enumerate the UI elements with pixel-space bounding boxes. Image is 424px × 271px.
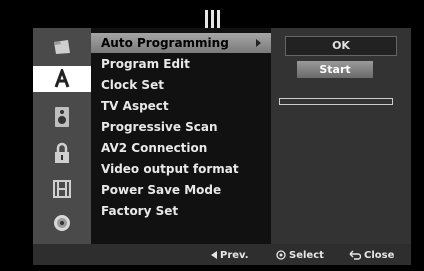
speaker-icon: [55, 107, 69, 127]
category-disc[interactable]: [33, 210, 91, 236]
menu-item-power-save-mode[interactable]: Power Save Mode: [91, 180, 271, 200]
menu-item-label: Factory Set: [101, 204, 179, 218]
option-panel: OK Start: [271, 28, 411, 244]
prev-label: Prev.: [220, 249, 249, 261]
footer-bar: Prev. Select Close: [33, 244, 411, 265]
menu-item-factory-set[interactable]: Factory Set: [91, 201, 271, 221]
category-lock[interactable]: [33, 140, 91, 166]
menu-item-label: Power Save Mode: [101, 183, 222, 197]
arrow-right-icon: [256, 39, 261, 47]
return-icon: [349, 250, 361, 260]
menu-item-video-output-format[interactable]: Video output format: [91, 159, 271, 179]
category-audio[interactable]: [33, 104, 91, 130]
menu-item-program-edit[interactable]: Program Edit: [91, 54, 271, 74]
menu-item-label: Program Edit: [101, 57, 190, 71]
disc-icon: [54, 215, 70, 231]
select-label: Select: [289, 249, 324, 261]
menu-item-label: Video output format: [101, 162, 239, 176]
menu-item-label: TV Aspect: [101, 99, 169, 113]
menu-item-progressive-scan[interactable]: Progressive Scan: [91, 117, 271, 137]
film-frame-icon: [53, 180, 71, 198]
menu-item-label: Progressive Scan: [101, 120, 218, 134]
menu-item-tv-aspect[interactable]: TV Aspect: [91, 96, 271, 116]
start-button[interactable]: Start: [297, 61, 373, 78]
menu-item-av2-connection[interactable]: AV2 Connection: [91, 138, 271, 158]
close-hint[interactable]: Close: [349, 248, 394, 262]
decor-bar: [211, 10, 214, 28]
ok-button[interactable]: OK: [285, 36, 397, 56]
setup-menu-window: Auto Programming Program Edit Clock Set …: [33, 28, 411, 265]
film-folder-icon: [54, 40, 70, 54]
menu-item-label: AV2 Connection: [101, 141, 208, 155]
menu-item-label: Auto Programming: [101, 36, 229, 50]
menu-item-auto-programming[interactable]: Auto Programming: [91, 33, 271, 53]
menu-item-clock-set[interactable]: Clock Set: [91, 75, 271, 95]
decor-bar: [217, 10, 220, 28]
enter-icon: [276, 250, 286, 260]
menu-item-label: Clock Set: [101, 78, 164, 92]
scan-progress-bar: [279, 98, 393, 105]
prev-hint[interactable]: Prev.: [211, 248, 249, 262]
lock-icon: [55, 142, 69, 163]
select-hint[interactable]: Select: [276, 248, 324, 262]
settings-menu: Auto Programming Program Edit Clock Set …: [91, 28, 271, 244]
decor-bar: [205, 10, 208, 28]
letter-a-icon: [54, 69, 70, 88]
category-recording[interactable]: [33, 176, 91, 202]
category-film-folder[interactable]: [33, 34, 91, 60]
category-rail: [33, 28, 91, 244]
close-label: Close: [364, 249, 395, 261]
triangle-left-icon: [211, 251, 217, 259]
category-language[interactable]: [33, 66, 91, 92]
